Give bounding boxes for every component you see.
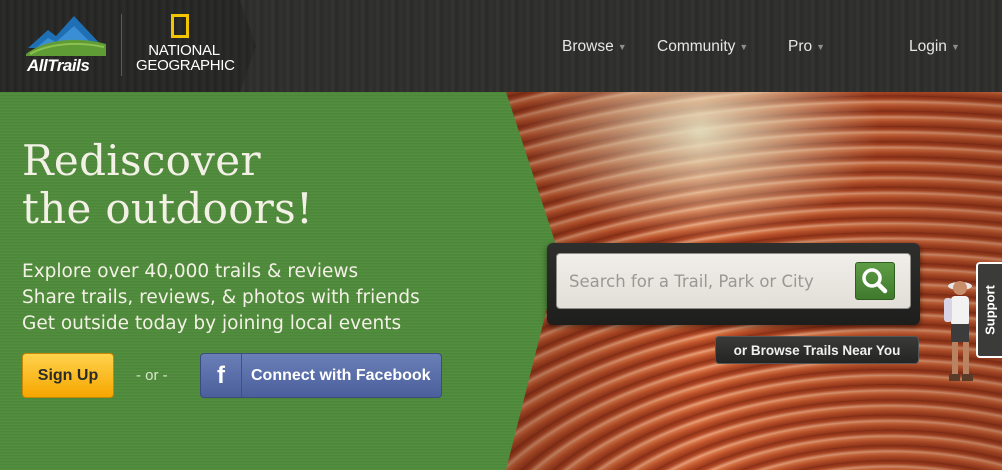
- chevron-down-icon: ▼: [950, 41, 960, 52]
- logo-divider: [121, 14, 122, 76]
- connect-facebook-button[interactable]: f Connect with Facebook: [200, 353, 442, 398]
- alltrails-mountain-icon[interactable]: [26, 14, 106, 56]
- nav-browse-label: Browse: [562, 38, 614, 55]
- nav-pro[interactable]: Pro ▼: [788, 38, 825, 56]
- hero-headline: Rediscover the outdoors!: [22, 137, 313, 233]
- nav-browse[interactable]: Browse ▼: [562, 38, 627, 56]
- top-header: AllTrails NATIONAL GEOGRAPHIC Browse ▼ Co…: [0, 0, 1002, 93]
- chevron-down-icon: ▼: [617, 41, 627, 52]
- support-tab-label: Support: [982, 285, 998, 335]
- sign-up-button[interactable]: Sign Up: [22, 353, 114, 398]
- facebook-icon: f: [201, 354, 242, 397]
- natgeo-logo-text[interactable]: NATIONAL GEOGRAPHIC: [136, 43, 235, 73]
- feature-item: Share trails, reviews, & photos with fri…: [22, 287, 420, 308]
- trail-search-box: Search for a Trail, Park or City: [547, 243, 920, 325]
- or-separator: - or -: [136, 367, 168, 384]
- hero-section: Rediscover the outdoors! Explore over 40…: [0, 92, 1002, 470]
- facebook-button-label: Connect with Facebook: [251, 366, 431, 384]
- nav-pro-label: Pro: [788, 38, 813, 55]
- nav-login-label: Login: [909, 38, 947, 55]
- chevron-down-icon: ▼: [816, 41, 826, 52]
- alltrails-logo-text[interactable]: AllTrails: [27, 56, 90, 76]
- search-icon: [862, 268, 888, 294]
- nav-community-label: Community: [657, 38, 736, 55]
- feature-item: Explore over 40,000 trails & reviews: [22, 261, 359, 282]
- headline-line-2: the outdoors!: [22, 184, 314, 233]
- nav-community[interactable]: Community ▼: [657, 38, 748, 56]
- search-button[interactable]: [855, 262, 895, 300]
- feature-list: Explore over 40,000 trails & reviews Sha…: [22, 259, 420, 337]
- headline-line-1: Rediscover: [22, 136, 261, 185]
- trail-search-input[interactable]: Search for a Trail, Park or City: [556, 253, 911, 309]
- chevron-down-icon: ▼: [739, 41, 749, 52]
- nav-login[interactable]: Login ▼: [909, 38, 960, 56]
- natgeo-frame-icon: [171, 14, 189, 38]
- browse-near-you-button[interactable]: or Browse Trails Near You: [715, 336, 919, 364]
- search-placeholder: Search for a Trail, Park or City: [569, 271, 814, 291]
- support-tab[interactable]: Support: [976, 262, 1002, 358]
- feature-item: Get outside today by joining local event…: [22, 313, 402, 334]
